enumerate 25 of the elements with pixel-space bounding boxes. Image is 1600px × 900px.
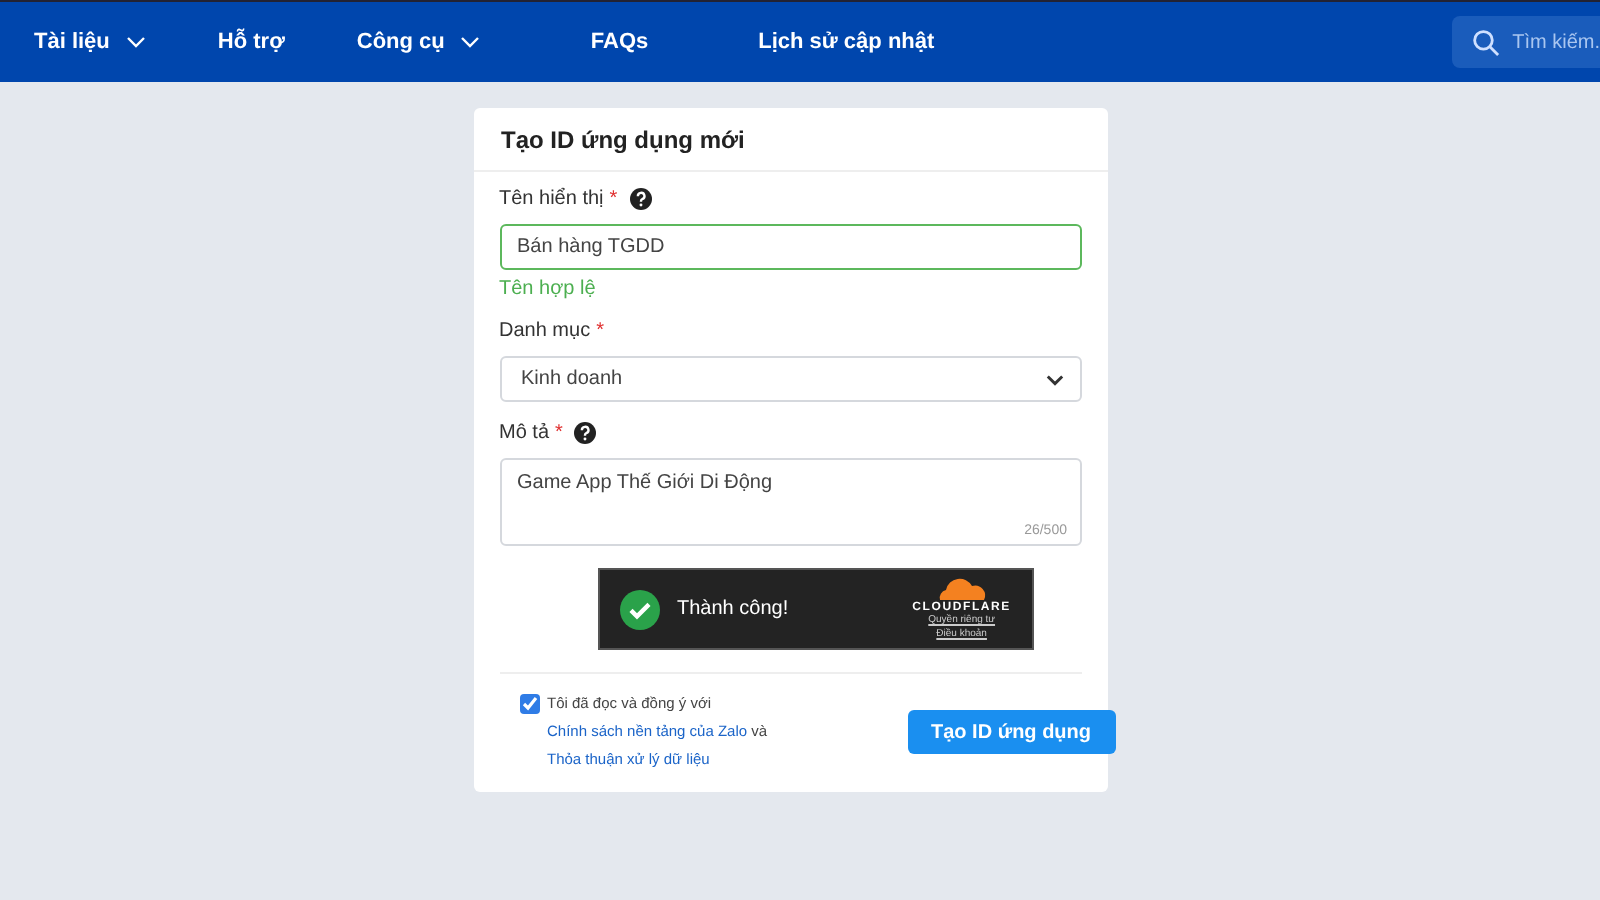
nav-link[interactable]: Tài liệu	[34, 30, 146, 54]
chevron-down-icon	[125, 36, 146, 48]
field-label: Tên hiển thị	[499, 188, 604, 210]
required-mark: *	[555, 422, 563, 444]
checkmark-icon	[619, 589, 659, 629]
nav-link[interactable]: Công cụ	[356, 30, 481, 54]
nav-link[interactable]: FAQs	[590, 30, 649, 54]
text-field[interactable]: Bán hàng TGDD	[499, 224, 1081, 270]
chevron-down-icon	[460, 36, 481, 48]
chevron-down-icon	[1045, 373, 1063, 385]
validation-message: Tên hợp lệ	[499, 278, 598, 300]
agreement-checkbox[interactable]	[519, 694, 539, 714]
search-icon	[1472, 27, 1501, 57]
required-mark: *	[596, 320, 604, 342]
nav-link[interactable]: Lịch sử cập nhật	[758, 30, 935, 54]
help-icon[interactable]	[574, 422, 597, 444]
search-field[interactable]: Tìm kiếm.	[1452, 16, 1600, 68]
category-dropdown[interactable]: Kinh doanh	[499, 356, 1081, 402]
field-label: Danh mục	[499, 320, 591, 342]
field-label: Mô tả	[499, 422, 550, 444]
nav-link[interactable]: Hỗ trợ	[217, 30, 285, 54]
required-mark: *	[609, 188, 618, 210]
help-icon[interactable]	[629, 188, 652, 210]
captcha-status: Thành công!	[677, 598, 791, 620]
form-title: Tạo ID ứng dụng mới	[501, 126, 745, 154]
